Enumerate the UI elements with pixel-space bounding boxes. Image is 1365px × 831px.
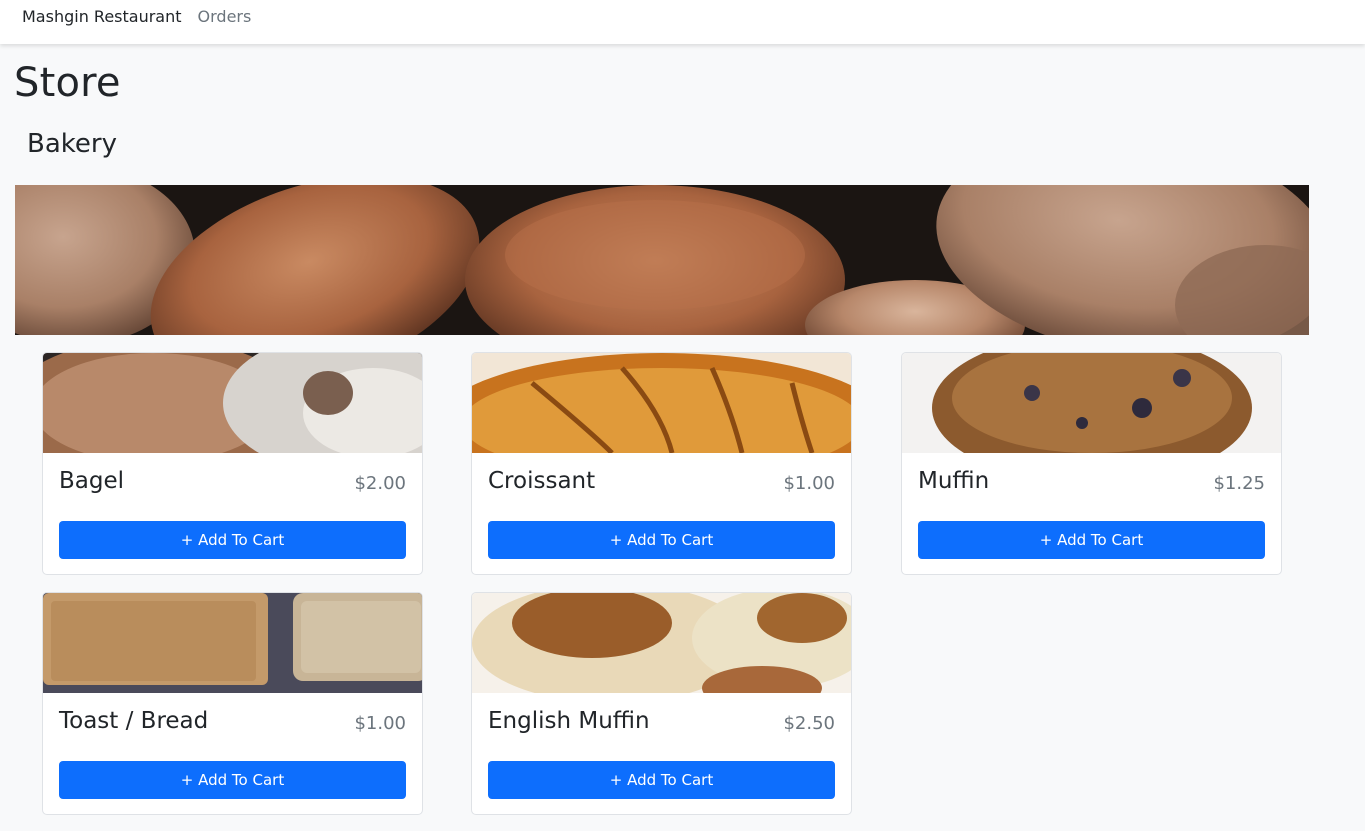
add-to-cart-button[interactable]: + Add To Cart: [488, 761, 835, 799]
product-price: $1.00: [783, 473, 835, 494]
product-price: $1.25: [1213, 473, 1265, 494]
brand-link[interactable]: Mashgin Restaurant: [22, 7, 182, 26]
croissant-image: [472, 353, 851, 453]
bagel-image: [43, 353, 422, 453]
product-card-toast-bread: Toast / Bread $1.00 + Add To Cart: [42, 592, 423, 815]
muffin-image: [902, 353, 1281, 453]
product-price: $2.00: [354, 473, 406, 494]
page-title: Store: [14, 60, 121, 106]
english-muffin-image: [472, 593, 851, 693]
product-name: Bagel: [59, 468, 125, 494]
orders-nav-link[interactable]: Orders: [198, 7, 252, 26]
top-navbar: Mashgin Restaurant Orders: [0, 0, 1365, 44]
toast-bread-image: [43, 593, 422, 693]
product-card-bagel: Bagel $2.00 + Add To Cart: [42, 352, 423, 575]
product-name: English Muffin: [488, 708, 650, 734]
product-card-english-muffin: English Muffin $2.50 + Add To Cart: [471, 592, 852, 815]
product-price: $2.50: [783, 713, 835, 734]
add-to-cart-button[interactable]: + Add To Cart: [918, 521, 1265, 559]
product-name: Croissant: [488, 468, 596, 494]
category-title: Bakery: [27, 129, 117, 159]
add-to-cart-button[interactable]: + Add To Cart: [488, 521, 835, 559]
product-name: Muffin: [918, 468, 990, 494]
product-card-croissant: Croissant $1.00 + Add To Cart: [471, 352, 852, 575]
add-to-cart-button[interactable]: + Add To Cart: [59, 521, 406, 559]
product-price: $1.00: [354, 713, 406, 734]
add-to-cart-button[interactable]: + Add To Cart: [59, 761, 406, 799]
category-banner-image: [15, 185, 1309, 335]
product-name: Toast / Bread: [59, 708, 209, 734]
product-card-muffin: Muffin $1.25 + Add To Cart: [901, 352, 1282, 575]
